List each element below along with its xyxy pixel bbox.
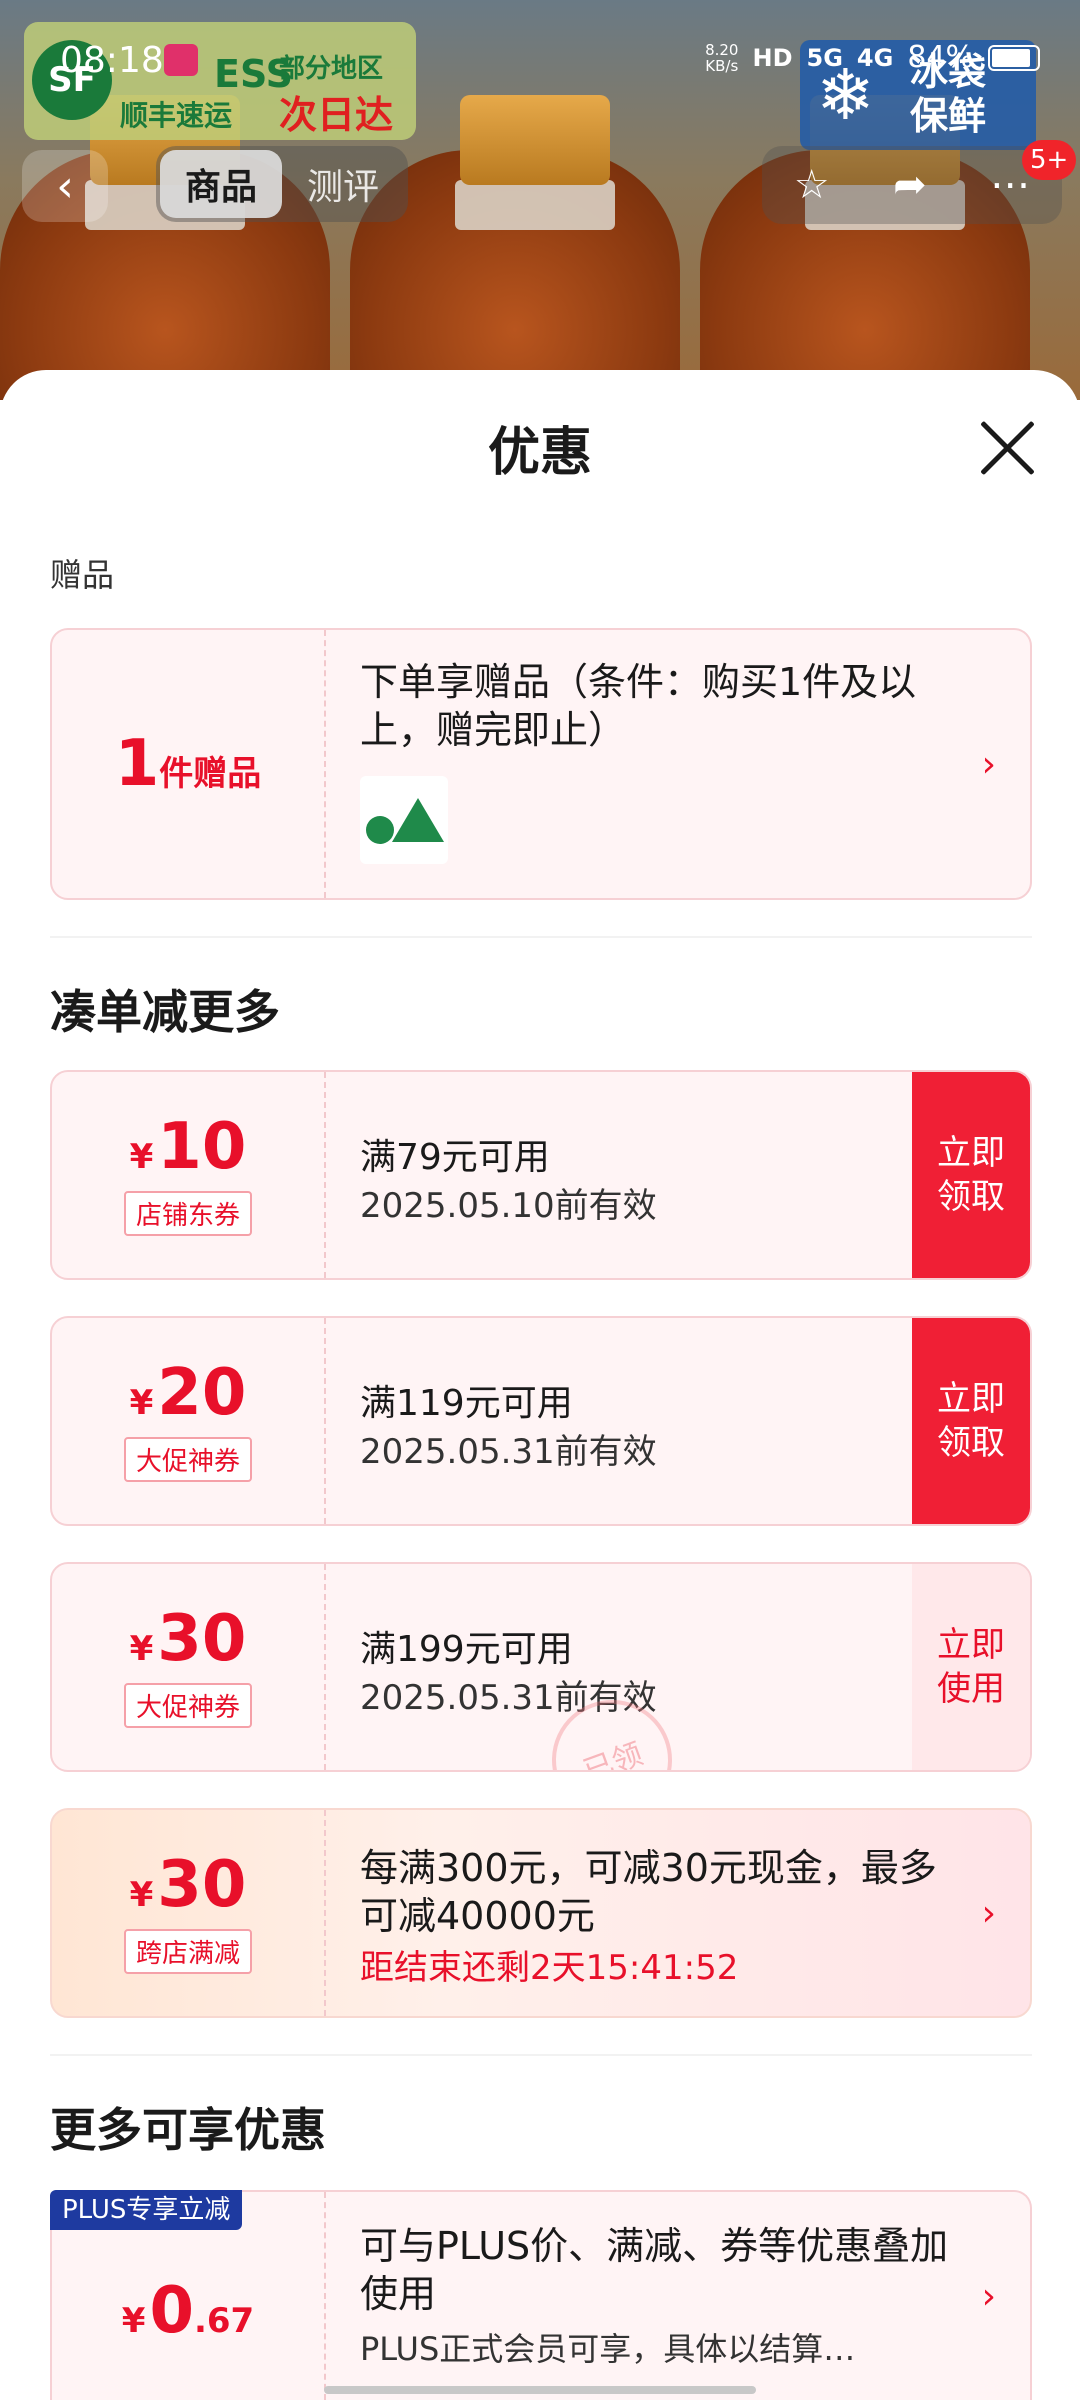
chevron-right-icon: ›: [981, 744, 996, 785]
divider: [50, 2054, 1032, 2056]
coupon-value: 20: [157, 1355, 247, 1430]
claim-coupon-button[interactable]: 立即 领取: [912, 1318, 1030, 1524]
chevron-left-icon: ‹: [56, 160, 74, 212]
status-icons: 8.20 KB/s HD 5G 4G 84%: [705, 40, 1040, 75]
bottle-cap: [460, 95, 610, 185]
message-badge: 5+: [1022, 140, 1077, 180]
tab-product[interactable]: 商品: [160, 150, 282, 218]
promo-description: 每满300元，可减30元现金，最多可减40000元: [360, 1846, 937, 1938]
more-section-title: 更多可享优惠: [50, 2103, 326, 2157]
promo-info: 每满300元，可减30元现金，最多可减40000元 距结束还剩2天15:41:5…: [360, 1810, 1030, 2016]
coupon-value: 30: [157, 1601, 247, 1676]
coupon-condition: 满119元可用: [360, 1383, 573, 1424]
yen-symbol: ¥: [129, 1136, 154, 1177]
yen-symbol: ¥: [121, 2301, 146, 2341]
app-notification-icon: [164, 44, 198, 76]
promo-countdown: 距结束还剩2天15:41:52: [360, 1948, 739, 1988]
gift-count: 1 件赠品: [115, 727, 262, 801]
sheet-title: 优惠: [487, 423, 592, 483]
plus-description: 可与PLUS价、满减、券等优惠叠加使用: [360, 2224, 949, 2316]
coupon-value: 10: [157, 1109, 247, 1184]
plus-exclusive-tag: PLUS专享立减: [50, 2190, 243, 2230]
coupon-expiry: 2025.05.10前有效: [360, 1186, 657, 1226]
coupon-type-tag: 店铺东券: [123, 1190, 252, 1236]
chevron-right-icon: ›: [981, 1893, 996, 1934]
bottle-neck: [455, 180, 615, 230]
net-speed-unit: KB/s: [705, 56, 739, 75]
gift-shape: [392, 798, 444, 842]
gift-section-label: 赠品: [50, 556, 115, 594]
coupon-type-tag: 大促神券: [123, 1436, 252, 1482]
gift-thumbnail: [360, 776, 448, 864]
yen-symbol: ¥: [129, 1874, 154, 1915]
coupon-card: ¥ 30 大促神券 满199元可用 2025.05.31前有效 已领 立即 使用: [50, 1562, 1032, 1772]
sf-nextday-text: 次日达: [279, 93, 394, 137]
gift-description: 下单享赠品（条件：购买1件及以上，赠完即止）: [360, 660, 917, 752]
tab-reviews[interactable]: 测评: [282, 150, 404, 218]
coupon-expiry: 2025.05.31前有效: [360, 1432, 657, 1472]
coupon-amount-area: ¥ 20 大促神券: [52, 1318, 326, 1524]
promo-type-tag: 跨店满减: [123, 1928, 252, 1974]
signal-5g-icon: 5G: [806, 43, 843, 72]
coupon-section-title: 凑单减更多: [50, 985, 280, 1039]
promo-value: 30: [157, 1847, 247, 1922]
coupon-amount-area: ¥ 10 店铺东券: [52, 1072, 326, 1278]
coupon-condition: 满199元可用: [360, 1629, 573, 1670]
signal-4g-icon: 4G: [856, 43, 894, 72]
gift-info: 下单享赠品（条件：购买1件及以上，赠完即止）: [360, 630, 1030, 898]
status-time: 08:18: [60, 40, 164, 81]
coupon-amount: ¥ 20: [130, 1361, 247, 1425]
claim-coupon-button[interactable]: 立即 领取: [912, 1072, 1030, 1278]
coupon-amount-area: ¥ 30 大促神券: [52, 1564, 326, 1770]
gift-card[interactable]: 1 件赠品 下单享赠品（条件：购买1件及以上，赠完即止） ›: [50, 628, 1032, 900]
hd-icon: HD: [752, 43, 793, 72]
gift-count-area: 1 件赠品: [52, 630, 326, 898]
yen-symbol: ¥: [129, 1628, 154, 1669]
sf-express-text: 顺丰速运: [120, 99, 233, 132]
net-speed-value: 8.20: [705, 40, 739, 59]
network-speed: 8.20 KB/s: [705, 42, 738, 74]
plus-value-int: 0: [149, 2274, 194, 2348]
battery-icon: [988, 44, 1040, 71]
battery-percent: 84%: [907, 40, 974, 75]
close-button[interactable]: [972, 412, 1042, 482]
gift-count-unit: 件赠品: [159, 754, 262, 794]
coupon-amount: ¥ 10: [130, 1115, 247, 1179]
coupon-condition: 满79元可用: [360, 1137, 550, 1178]
share-icon[interactable]: ➦: [893, 162, 927, 208]
chevron-right-icon: ›: [981, 2276, 996, 2317]
coupon-type-tag: 大促神券: [123, 1682, 252, 1728]
coupon-card: ¥ 20 大促神券 满119元可用 2025.05.31前有效 立即 领取: [50, 1316, 1032, 1526]
back-button[interactable]: ‹: [22, 150, 108, 222]
coupon-card: ¥ 10 店铺东券 满79元可用 2025.05.10前有效 立即 领取: [50, 1070, 1032, 1280]
plus-amount: ¥ 0 .67: [122, 2279, 254, 2343]
promo-amount: ¥ 30: [130, 1853, 247, 1917]
use-coupon-button[interactable]: 立即 使用: [912, 1564, 1030, 1770]
yen-symbol: ¥: [129, 1382, 154, 1423]
favorite-star-icon[interactable]: ☆: [794, 162, 830, 208]
plus-info: 可与PLUS价、满减、券等优惠叠加使用 PLUS正式会员可享，具体以结算…: [360, 2192, 1030, 2400]
coupon-amount: ¥ 30: [130, 1607, 247, 1671]
sf-region-text: 部分地区: [279, 54, 384, 84]
divider: [50, 936, 1032, 938]
promo-amount-area: ¥ 30 跨店满减: [52, 1810, 326, 2016]
nav-actions: ☆ ➦ ⋯: [762, 146, 1062, 224]
plus-note: PLUS正式会员可享，具体以结算…: [360, 2330, 856, 2368]
gift-count-number: 1: [114, 727, 160, 801]
nav-tabs: 商品 测评: [156, 146, 408, 222]
plus-value-dec: .67: [193, 2301, 255, 2341]
gift-shape: [366, 816, 394, 844]
cross-store-promo-card[interactable]: ¥ 30 跨店满减 每满300元，可减30元现金，最多可减40000元 距结束还…: [50, 1808, 1032, 2018]
home-indicator[interactable]: [324, 2386, 756, 2394]
